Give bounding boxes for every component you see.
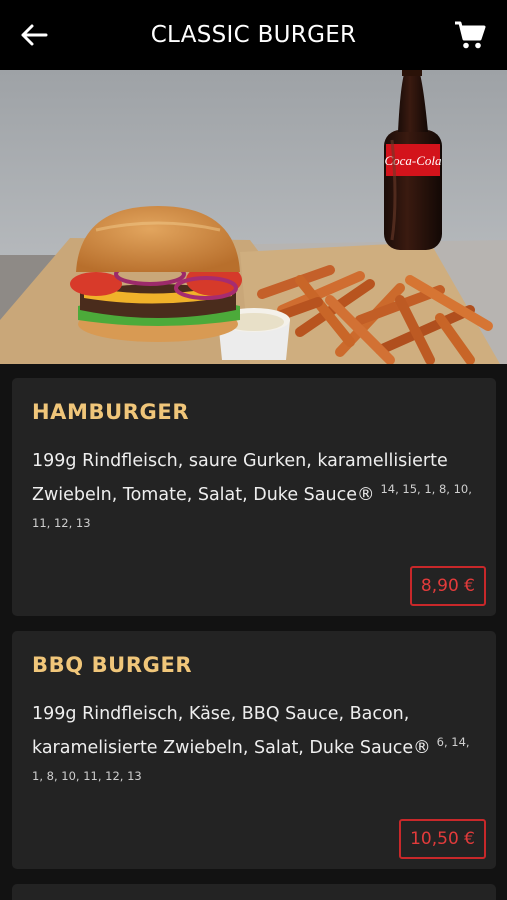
top-bar: CLASSIC BURGER xyxy=(0,0,507,70)
shopping-cart-icon xyxy=(455,21,486,49)
arrow-left-icon xyxy=(21,24,48,46)
price-button[interactable]: 8,90 € xyxy=(409,566,486,606)
app-screen: CLASSIC BURGER Coca-Cola HAMBURGER 199g … xyxy=(0,0,507,900)
hero-image: Coca-Cola xyxy=(0,70,507,364)
back-button[interactable] xyxy=(14,17,54,53)
cart-button[interactable] xyxy=(451,16,489,54)
product-name: HAMBURGER xyxy=(32,400,190,424)
product-card-hamburger[interactable]: HAMBURGER 199g Rindfleisch, saure Gurken… xyxy=(12,378,496,616)
product-description-text: 199g Rindfleisch, Käse, BBQ Sauce, Bacon… xyxy=(32,704,431,758)
product-description: 199g Rindfleisch, Käse, BBQ Sauce, Bacon… xyxy=(32,697,482,799)
product-name: BBQ BURGER xyxy=(32,653,193,677)
product-list: HAMBURGER 199g Rindfleisch, saure Gurken… xyxy=(0,364,507,900)
page-title: CLASSIC BURGER xyxy=(150,22,357,48)
product-description: 199g Rindfleisch, saure Gurken, karamell… xyxy=(32,444,482,546)
price-button[interactable]: 10,50 € xyxy=(399,819,486,859)
product-card-next[interactable] xyxy=(12,884,496,900)
product-description-text: 199g Rindfleisch, saure Gurken, karamell… xyxy=(32,451,448,505)
product-card-bbq-burger[interactable]: BBQ BURGER 199g Rindfleisch, Käse, BBQ S… xyxy=(12,631,496,869)
